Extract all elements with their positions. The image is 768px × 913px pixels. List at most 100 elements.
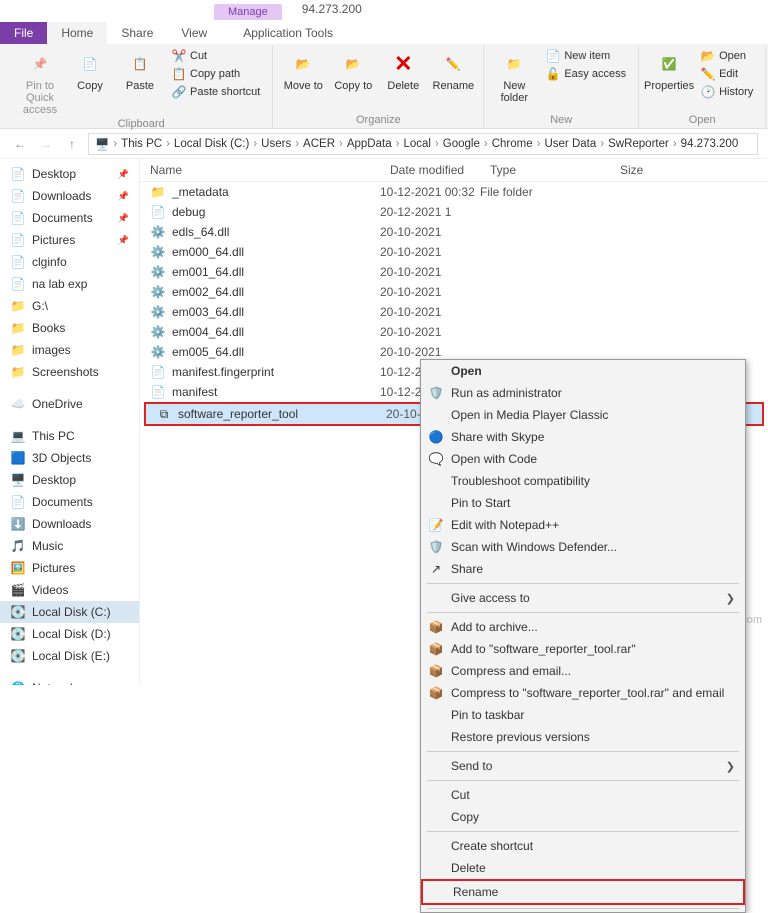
new-item-button[interactable]: 📄New item <box>542 48 630 64</box>
context-menu-item[interactable]: Send to❯ <box>421 755 745 777</box>
file-row[interactable]: 📄debug20-12-2021 1 <box>140 202 768 222</box>
sidebar-item[interactable]: 🌐Network <box>0 677 139 685</box>
context-menu-item[interactable]: 📝Edit with Notepad++ <box>421 514 745 536</box>
tab-home[interactable]: Home <box>47 22 107 44</box>
navigation-sidebar[interactable]: 📄Desktop📌📄Downloads📌📄Documents📌📄Pictures… <box>0 159 140 685</box>
new-folder-button[interactable]: 📁New folder <box>492 46 536 104</box>
paste-button[interactable]: 📋 Paste <box>118 46 162 92</box>
sidebar-item[interactable]: 📄Documents <box>0 491 139 513</box>
context-menu-item[interactable]: Troubleshoot compatibility <box>421 470 745 492</box>
cut-button[interactable]: ✂️Cut <box>168 48 264 64</box>
context-menu-item[interactable]: 🛡️Scan with Windows Defender... <box>421 536 745 558</box>
breadcrumb-item[interactable]: Chrome <box>490 138 535 150</box>
sidebar-item[interactable]: 📄Downloads📌 <box>0 185 139 207</box>
context-menu-item[interactable]: 📦Add to archive... <box>421 616 745 638</box>
file-row[interactable]: 📁_metadata10-12-2021 00:32File folder <box>140 182 768 202</box>
context-menu-item[interactable]: ↗Share <box>421 558 745 580</box>
copy-button[interactable]: 📄 Copy <box>68 46 112 92</box>
tab-application-tools[interactable]: Application Tools <box>229 22 347 44</box>
sidebar-item[interactable]: 📄Pictures📌 <box>0 229 139 251</box>
breadcrumb-item[interactable]: 94.273.200 <box>679 138 741 150</box>
context-menu-item[interactable]: Open <box>421 360 745 382</box>
sidebar-item[interactable]: 🖼️Pictures <box>0 557 139 579</box>
sidebar-item[interactable]: ⬇️Downloads <box>0 513 139 535</box>
context-menu-item[interactable]: Delete <box>421 857 745 879</box>
tab-share[interactable]: Share <box>107 22 167 44</box>
sidebar-item[interactable]: 💻This PC <box>0 425 139 447</box>
tab-view[interactable]: View <box>167 22 221 44</box>
context-menu-item[interactable]: 📦Add to "software_reporter_tool.rar" <box>421 638 745 660</box>
context-menu-item[interactable]: Give access to❯ <box>421 587 745 609</box>
copy-path-button[interactable]: 📋Copy path <box>168 66 264 82</box>
sidebar-item[interactable]: ☁️OneDrive <box>0 393 139 415</box>
context-menu-item[interactable]: 🛡️Run as administrator <box>421 382 745 404</box>
edit-button[interactable]: ✏️Edit <box>697 66 757 82</box>
context-menu-item[interactable]: 🔵Share with Skype <box>421 426 745 448</box>
sidebar-item[interactable]: 📄Documents📌 <box>0 207 139 229</box>
file-row[interactable]: ⚙️edls_64.dll20-10-2021 <box>140 222 768 242</box>
properties-button[interactable]: ✅Properties <box>647 46 691 92</box>
breadcrumb-item[interactable]: User Data <box>542 138 598 150</box>
menu-item-icon: ↗ <box>427 560 445 578</box>
move-to-button[interactable]: 📂Move to <box>281 46 325 92</box>
col-name[interactable]: Name <box>140 163 380 177</box>
sidebar-item[interactable]: 💽Local Disk (E:) <box>0 645 139 667</box>
breadcrumb[interactable]: 🖥️ › This PC›Local Disk (C:)›Users›ACER›… <box>88 133 758 155</box>
context-menu-item[interactable]: 📦Compress and email... <box>421 660 745 682</box>
file-row[interactable]: ⚙️em002_64.dll20-10-2021 <box>140 282 768 302</box>
context-menu-item[interactable]: 📦Compress to "software_reporter_tool.rar… <box>421 682 745 704</box>
breadcrumb-item[interactable]: This PC <box>119 138 164 150</box>
breadcrumb-item[interactable]: ACER <box>301 138 337 150</box>
context-menu-item[interactable]: Create shortcut <box>421 835 745 857</box>
rename-button[interactable]: ✏️Rename <box>431 46 475 92</box>
sidebar-item[interactable]: 📄Desktop📌 <box>0 163 139 185</box>
context-menu-item[interactable]: Pin to taskbar <box>421 704 745 726</box>
copy-to-button[interactable]: 📂Copy to <box>331 46 375 92</box>
open-button[interactable]: 📂Open <box>697 48 757 64</box>
file-row[interactable]: ⚙️em003_64.dll20-10-2021 <box>140 302 768 322</box>
menu-item-icon: 📦 <box>427 640 445 658</box>
sidebar-item[interactable]: 🖥️Desktop <box>0 469 139 491</box>
file-icon: 📄 <box>150 204 166 220</box>
breadcrumb-item[interactable]: Google <box>441 138 482 150</box>
nav-back-button[interactable]: ← <box>10 134 30 154</box>
sidebar-item[interactable]: 🎵Music <box>0 535 139 557</box>
breadcrumb-item[interactable]: Users <box>259 138 293 150</box>
context-menu-item[interactable]: 🗨️Open with Code <box>421 448 745 470</box>
sidebar-item[interactable]: 📁Books <box>0 317 139 339</box>
sidebar-item[interactable]: 💽Local Disk (D:) <box>0 623 139 645</box>
context-menu-item[interactable]: Open in Media Player Classic <box>421 404 745 426</box>
nav-up-button[interactable]: ↑ <box>62 134 82 154</box>
sidebar-item[interactable]: 📄na lab exp <box>0 273 139 295</box>
nav-forward-button[interactable]: → <box>36 134 56 154</box>
easy-access-button[interactable]: 🔓Easy access <box>542 66 630 82</box>
col-date[interactable]: Date modified <box>380 163 480 177</box>
breadcrumb-item[interactable]: Local Disk (C:) <box>172 138 251 150</box>
context-menu-item[interactable]: Pin to Start <box>421 492 745 514</box>
paste-shortcut-button[interactable]: 🔗Paste shortcut <box>168 84 264 100</box>
context-menu-item[interactable]: Restore previous versions <box>421 726 745 748</box>
col-type[interactable]: Type <box>480 163 610 177</box>
breadcrumb-item[interactable]: AppData <box>345 138 394 150</box>
file-row[interactable]: ⚙️em000_64.dll20-10-2021 <box>140 242 768 262</box>
breadcrumb-item[interactable]: SwReporter <box>606 138 671 150</box>
file-row[interactable]: ⚙️em001_64.dll20-10-2021 <box>140 262 768 282</box>
history-button[interactable]: 🕑History <box>697 84 757 100</box>
context-menu-item[interactable]: Copy <box>421 806 745 828</box>
pin-quick-access-button[interactable]: 📌 Pin to Quick access <box>18 46 62 116</box>
sidebar-item[interactable]: 🎬Videos <box>0 579 139 601</box>
sidebar-item[interactable]: 📁images <box>0 339 139 361</box>
delete-button[interactable]: ✕Delete <box>381 46 425 92</box>
column-headers[interactable]: Name Date modified Type Size <box>140 159 768 182</box>
breadcrumb-item[interactable]: Local <box>401 138 433 150</box>
context-menu-item[interactable]: Rename <box>421 879 745 905</box>
sidebar-item[interactable]: 📁Screenshots <box>0 361 139 383</box>
sidebar-item[interactable]: 📁G:\ <box>0 295 139 317</box>
col-size[interactable]: Size <box>610 163 690 177</box>
tab-file[interactable]: File <box>0 22 47 44</box>
sidebar-item[interactable]: 💽Local Disk (C:) <box>0 601 139 623</box>
sidebar-item[interactable]: 📄clginfo <box>0 251 139 273</box>
file-row[interactable]: ⚙️em004_64.dll20-10-2021 <box>140 322 768 342</box>
context-menu-item[interactable]: Cut <box>421 784 745 806</box>
sidebar-item[interactable]: 🟦3D Objects <box>0 447 139 469</box>
